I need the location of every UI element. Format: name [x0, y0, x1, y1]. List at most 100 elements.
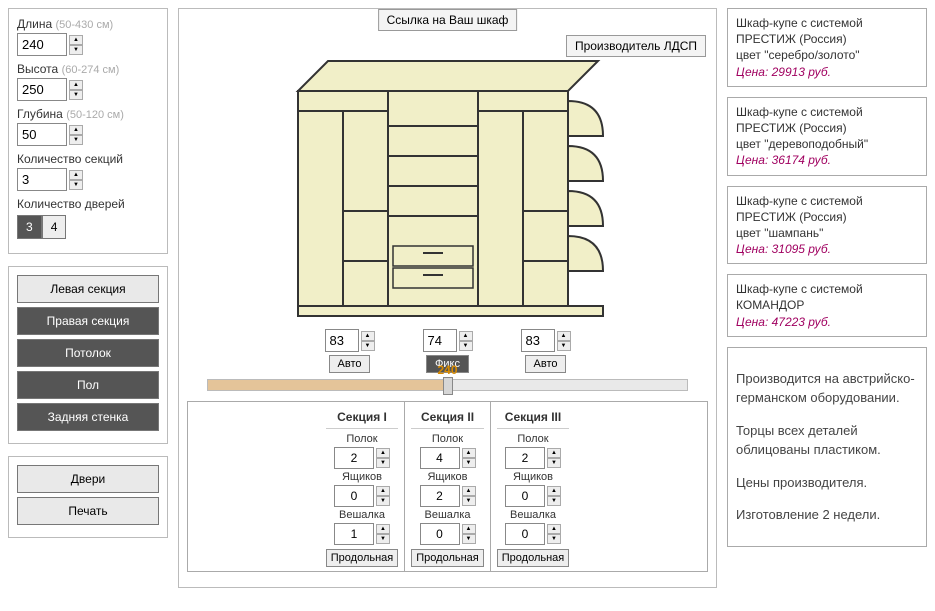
sections-table: Секция I Полок ▲▼ Ящиков ▲▼ Вешалка ▲▼ П… — [187, 401, 708, 572]
sec1-hanger-down[interactable]: ▼ — [376, 534, 390, 544]
sec1-mode-button[interactable]: Авто — [329, 355, 371, 373]
sec1-up[interactable]: ▲ — [361, 331, 375, 341]
height-down[interactable]: ▼ — [69, 90, 83, 100]
sec1-shelves-up[interactable]: ▲ — [376, 448, 390, 458]
part-buttons-panel: Левая секция Правая секция Потолок Пол З… — [8, 266, 168, 444]
sec2-shelves-input[interactable] — [420, 447, 460, 469]
note-1: Производится на австрийско-германском об… — [736, 369, 918, 408]
cabinet-svg — [278, 31, 618, 321]
length-input[interactable] — [17, 33, 67, 56]
manufacturer: Производитель ЛДСП — [566, 35, 706, 57]
length-label: Длина — [17, 17, 52, 31]
share-link-button[interactable]: Ссылка на Ваш шкаф — [378, 9, 518, 31]
sec1-drawers-up[interactable]: ▲ — [376, 486, 390, 496]
doors-opt-4[interactable]: 4 — [42, 215, 67, 239]
sec1-drawers-input[interactable] — [334, 485, 374, 507]
price-card-4: Шкаф-купе с системой КОМАНДОР Цена: 4722… — [727, 274, 927, 337]
sec2-long-button[interactable]: Продольная — [411, 549, 484, 567]
back-wall-button[interactable]: Задняя стенка — [17, 403, 159, 431]
sec2-hanger-down[interactable]: ▼ — [462, 534, 476, 544]
doors-opt-3[interactable]: 3 — [17, 215, 42, 239]
sec2-shelves-up[interactable]: ▲ — [462, 448, 476, 458]
sec1-width-input[interactable] — [325, 329, 359, 352]
sec2-drawers-up[interactable]: ▲ — [462, 486, 476, 496]
sections-up[interactable]: ▲ — [69, 170, 83, 180]
sec1-hanger-label: Вешалка — [326, 509, 399, 521]
price-card-1: Шкаф-купе с системой ПРЕСТИЖ (Россия) цв… — [727, 8, 927, 87]
length-up[interactable]: ▲ — [69, 35, 83, 45]
left-section-button[interactable]: Левая секция — [17, 275, 159, 303]
sec1-hanger-input[interactable] — [334, 523, 374, 545]
sec3-shelves-down[interactable]: ▼ — [547, 458, 561, 468]
sec1-drawers-down[interactable]: ▼ — [376, 496, 390, 506]
sec3-drawers-down[interactable]: ▼ — [547, 496, 561, 506]
sec1-long-button[interactable]: Продольная — [326, 549, 399, 567]
sec2-width-input[interactable] — [423, 329, 457, 352]
sections-down[interactable]: ▼ — [69, 180, 83, 190]
depth-up[interactable]: ▲ — [69, 125, 83, 135]
sec3-width-input[interactable] — [521, 329, 555, 352]
sec2-hanger-up[interactable]: ▲ — [462, 524, 476, 534]
sec3-drawers-input[interactable] — [505, 485, 545, 507]
sec1-shelves-label: Полок — [326, 433, 399, 445]
slider-track[interactable] — [207, 379, 688, 391]
p2-price: Цена: 36174 руб. — [736, 152, 918, 168]
sec3-mode-button[interactable]: Авто — [525, 355, 567, 373]
sec3-hanger-input[interactable] — [505, 523, 545, 545]
print-button[interactable]: Печать — [17, 497, 159, 525]
sec3-shelves-input[interactable] — [505, 447, 545, 469]
sec3-shelves-label: Полок — [497, 433, 570, 445]
sec2-hanger-label: Вешалка — [411, 509, 484, 521]
slider-value: 240 — [437, 363, 457, 377]
sec3-long-button[interactable]: Продольная — [497, 549, 570, 567]
right-section-button[interactable]: Правая секция — [17, 307, 159, 335]
doors-button[interactable]: Двери — [17, 465, 159, 493]
sec2-config: Секция II Полок ▲▼ Ящиков ▲▼ Вешалка ▲▼ … — [405, 402, 491, 571]
height-input[interactable] — [17, 78, 67, 101]
sec3-drawers-up[interactable]: ▲ — [547, 486, 561, 496]
floor-button[interactable]: Пол — [17, 371, 159, 399]
depth-field: Глубина (50-120 см) ▲▼ — [17, 107, 159, 146]
p1-l1: Шкаф-купе с системой — [736, 15, 918, 31]
p3-l2: ПРЕСТИЖ (Россия) — [736, 209, 918, 225]
sec2-head: Секция II — [411, 406, 484, 429]
p3-price: Цена: 31095 руб. — [736, 241, 918, 257]
sec1-width: ▲▼ Авто — [325, 327, 375, 373]
sec1-down[interactable]: ▼ — [361, 341, 375, 351]
sec1-shelves-down[interactable]: ▼ — [376, 458, 390, 468]
note-3: Цены производителя. — [736, 473, 918, 493]
sec2-hanger-input[interactable] — [420, 523, 460, 545]
sec2-shelves-down[interactable]: ▼ — [462, 458, 476, 468]
sec3-up[interactable]: ▲ — [557, 331, 571, 341]
p4-l1: Шкаф-купе с системой — [736, 281, 918, 297]
height-label: Высота — [17, 62, 58, 76]
depth-input[interactable] — [17, 123, 67, 146]
sections-field: Количество секций ▲▼ — [17, 152, 159, 191]
sec3-hanger-up[interactable]: ▲ — [547, 524, 561, 534]
manufacturer-button[interactable]: Производитель ЛДСП — [566, 35, 706, 57]
sections-input[interactable] — [17, 168, 67, 191]
ceiling-button[interactable]: Потолок — [17, 339, 159, 367]
sec3-shelves-up[interactable]: ▲ — [547, 448, 561, 458]
sec3-hanger-down[interactable]: ▼ — [547, 534, 561, 544]
sec1-shelves-input[interactable] — [334, 447, 374, 469]
sec2-shelves-label: Полок — [411, 433, 484, 445]
sec2-drawers-input[interactable] — [420, 485, 460, 507]
sections-label: Количество секций — [17, 152, 123, 166]
slider-knob[interactable] — [443, 377, 453, 395]
sec1-head: Секция I — [326, 406, 399, 429]
depth-down[interactable]: ▼ — [69, 135, 83, 145]
sec1-hanger-up[interactable]: ▲ — [376, 524, 390, 534]
p4-price: Цена: 47223 руб. — [736, 314, 918, 330]
sec2-down[interactable]: ▼ — [459, 341, 473, 351]
sec3-down[interactable]: ▼ — [557, 341, 571, 351]
length-down[interactable]: ▼ — [69, 45, 83, 55]
sec2-up[interactable]: ▲ — [459, 331, 473, 341]
cabinet-illustration — [187, 31, 708, 321]
height-up[interactable]: ▲ — [69, 80, 83, 90]
doors-field: Количество дверей 3 4 — [17, 197, 159, 239]
p3-l1: Шкаф-купе с системой — [736, 193, 918, 209]
width-slider: 240 — [207, 379, 688, 391]
depth-hint: (50-120 см) — [66, 109, 124, 121]
sec2-drawers-down[interactable]: ▼ — [462, 496, 476, 506]
